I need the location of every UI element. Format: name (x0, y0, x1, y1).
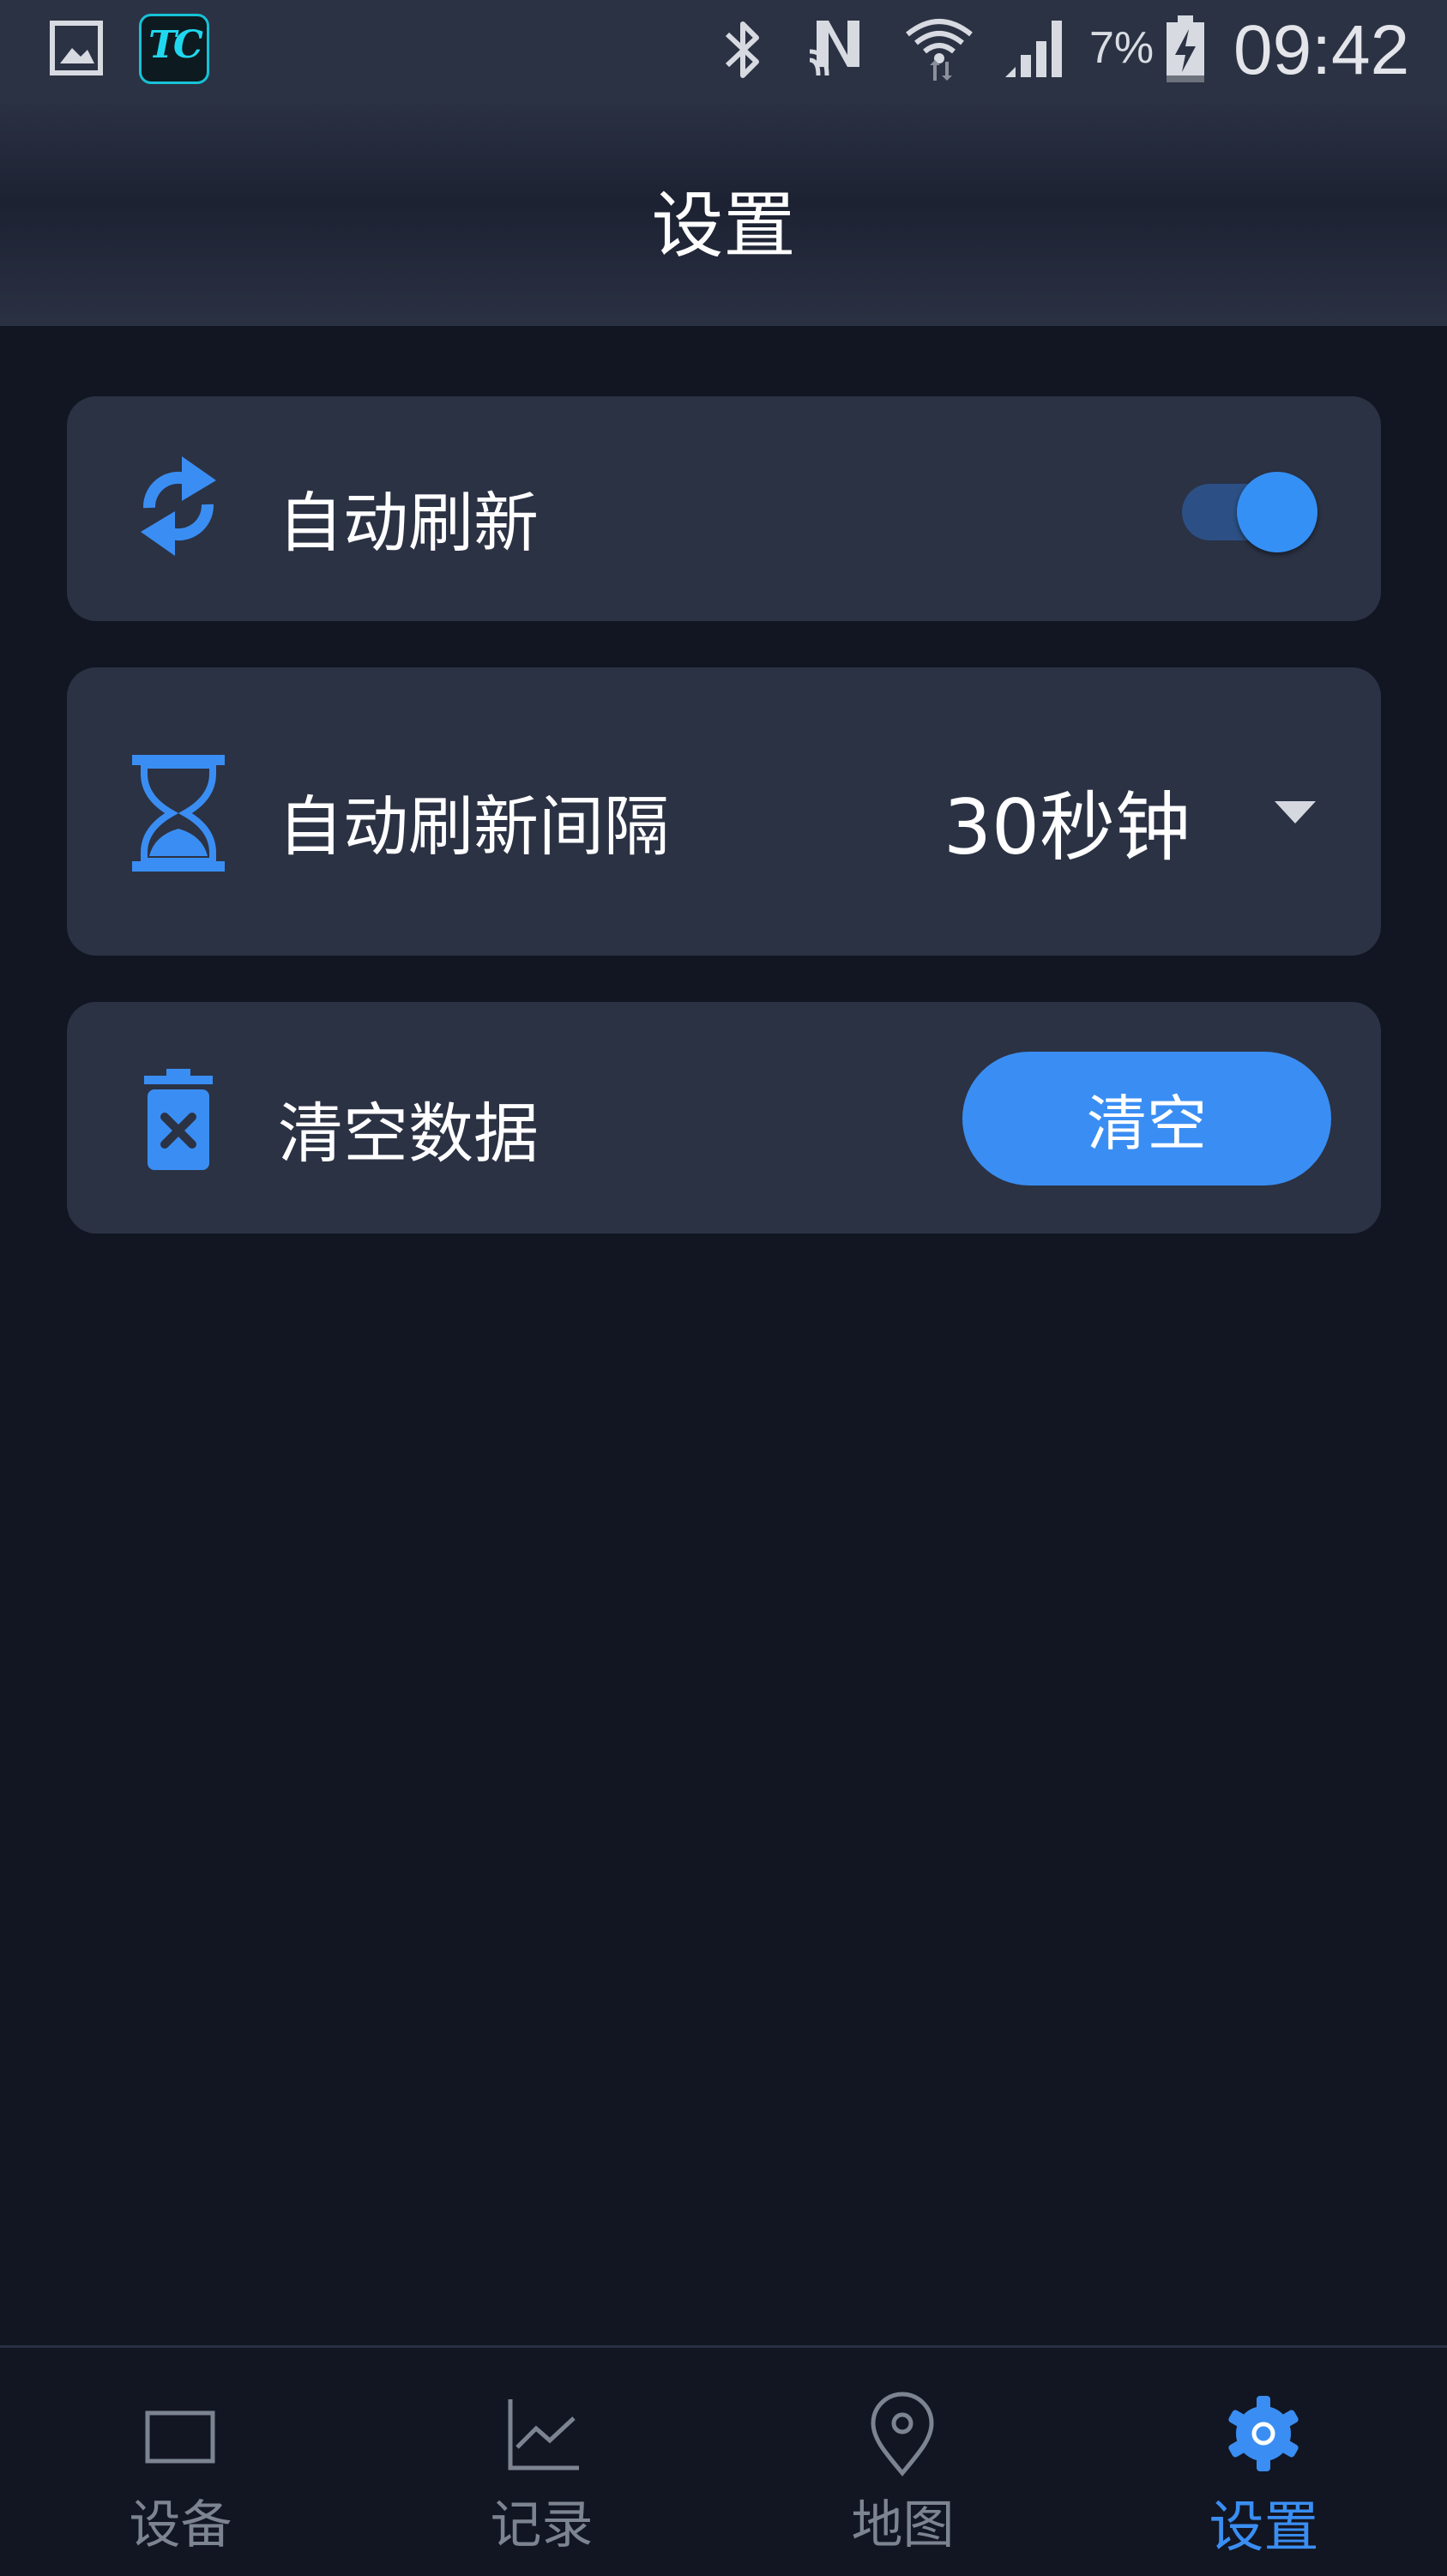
nav-label-settings: 设置 (1209, 2496, 1319, 2560)
gear-icon (1228, 2396, 1299, 2471)
app-header: 设置 (0, 103, 1447, 326)
refresh-interval-row: 自动刷新间隔 30秒钟 (67, 667, 1381, 956)
toggle-knob (1237, 472, 1317, 552)
nfc-icon (809, 21, 859, 76)
nav-item-devices[interactable]: 设备 (0, 2348, 361, 2576)
battery-charging-icon (1167, 15, 1204, 82)
auto-refresh-toggle[interactable] (1182, 465, 1319, 552)
bottom-nav: 设备 记录 地图 设置 (0, 2345, 1447, 2576)
trash-icon (144, 1069, 213, 1170)
gallery-icon (50, 21, 103, 75)
app-notification-text: TC (148, 23, 203, 67)
nav-label-records: 记录 (490, 2495, 594, 2555)
battery-percent: 7% (1089, 23, 1155, 73)
refresh-interval-select[interactable]: 30秒钟 (882, 753, 1362, 873)
nav-label-devices: 设备 (129, 2495, 232, 2555)
wifi-icon (906, 19, 973, 81)
map-pin-icon (871, 2392, 934, 2476)
refresh-icon (141, 456, 216, 556)
page-title: 设置 (651, 184, 796, 268)
dropdown-arrow-icon (1275, 801, 1316, 823)
refresh-interval-value: 30秒钟 (944, 783, 1191, 872)
clear-button[interactable]: 清空 (962, 1052, 1331, 1185)
clear-data-label: 清空数据 (278, 1095, 539, 1172)
chart-line-icon (508, 2399, 579, 2470)
status-time: 09:42 (1233, 11, 1410, 89)
clear-data-row: 清空数据 清空 (67, 1002, 1381, 1234)
device-icon (145, 2410, 215, 2464)
app-notification-icon: TC (139, 14, 209, 84)
refresh-interval-label: 自动刷新间隔 (278, 788, 669, 865)
nav-item-settings[interactable]: 设置 (1083, 2348, 1444, 2576)
nav-label-map: 地图 (851, 2495, 955, 2555)
status-bar: TC 7% 09:42 (0, 0, 1447, 103)
nav-item-map[interactable]: 地图 (722, 2348, 1083, 2576)
hourglass-icon (132, 755, 225, 872)
bluetooth-icon (725, 21, 759, 78)
auto-refresh-row: 自动刷新 (67, 396, 1381, 621)
signal-icon (1005, 21, 1062, 77)
nav-item-records[interactable]: 记录 (361, 2348, 722, 2576)
auto-refresh-label: 自动刷新 (278, 485, 539, 561)
